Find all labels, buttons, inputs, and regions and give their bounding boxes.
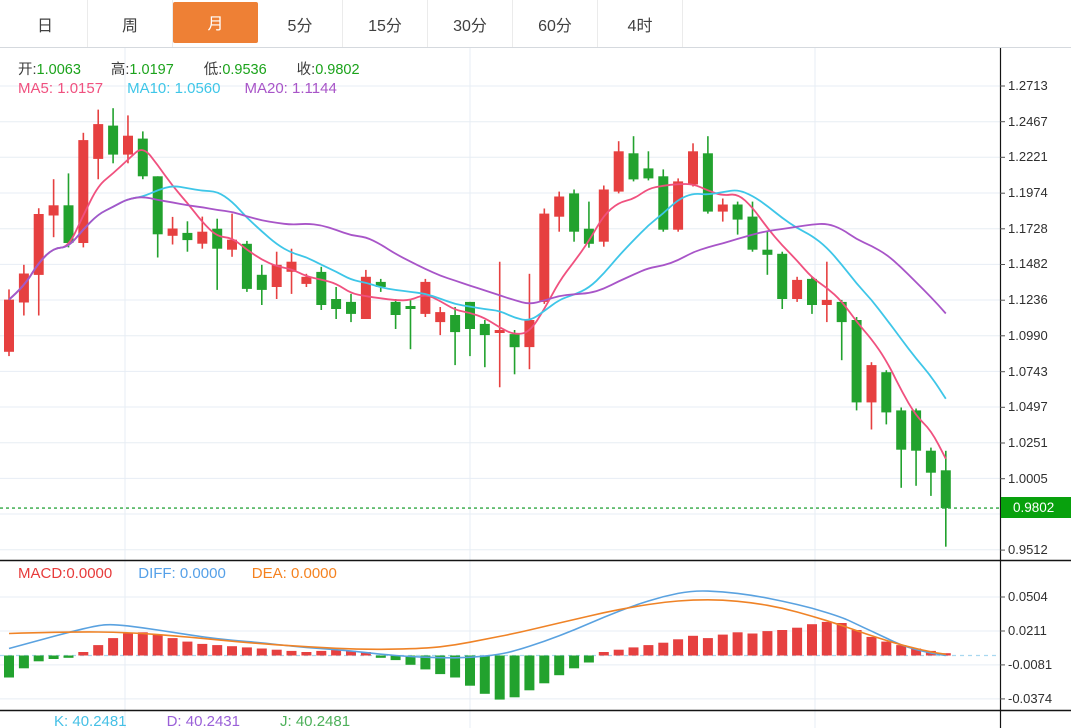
tab-label: 5分 xyxy=(287,17,313,35)
current-price-badge: 0.9802 xyxy=(1001,497,1071,518)
price-axis-tick-label: 1.2713 xyxy=(1008,78,1048,93)
price-axis-tick-label: 1.1236 xyxy=(1008,292,1048,307)
price-axis-tick-label: 1.2467 xyxy=(1008,114,1048,129)
open-readout: 开:1.0063 xyxy=(18,62,81,78)
macd-axis-tick-label: -0.0081 xyxy=(1008,657,1053,672)
price-axis-tick-label: 0.9512 xyxy=(1008,542,1048,557)
price-axis-tick-label: 1.0743 xyxy=(1008,364,1048,379)
price-axis-tick-label: 1.0005 xyxy=(1008,471,1048,486)
ma10-readout: MA10: 1.0560 xyxy=(127,80,221,97)
tab-月[interactable]: 月 xyxy=(173,0,258,47)
tab-5分[interactable]: 5分 xyxy=(258,0,343,47)
macd-readout: MACD:0.0000 DIFF: 0.0000 DEA: 0.0000 xyxy=(18,565,337,582)
tab-label: 15分 xyxy=(368,17,402,35)
macd-value: MACD:0.0000 xyxy=(18,565,113,582)
ma5-readout: MA5: 1.0157 xyxy=(18,80,104,97)
price-axis-tick-label: 1.0497 xyxy=(1008,399,1048,414)
ma-readout: MA5: 1.0157 MA10: 1.0560 MA20: 1.1144 xyxy=(18,80,337,97)
price-axis-tick-label: 1.1482 xyxy=(1008,256,1048,271)
price-axis-tick-label: 1.0251 xyxy=(1008,435,1048,450)
kline-app: 日 周 月 5分 15分 30分 60分 4时 开:1.0063 高:1.0197 低:0.9… xyxy=(0,0,1071,728)
kdj-readout: K: 40.2481 D: 40.2431 J: 40.2481 xyxy=(54,713,350,728)
d-value: D: 40.2431 xyxy=(166,713,240,728)
tab-60分[interactable]: 60分 xyxy=(513,0,598,47)
k-value: K: 40.2481 xyxy=(54,713,127,728)
tab-label: 4时 xyxy=(627,17,653,35)
dea-value: DEA: 0.0000 xyxy=(251,565,337,582)
tab-30分[interactable]: 30分 xyxy=(428,0,513,47)
close-readout: 收:0.9802 xyxy=(296,62,360,78)
tab-label: 60分 xyxy=(538,17,572,35)
tab-15分[interactable]: 15分 xyxy=(343,0,428,47)
timeframe-tabbar: 日 周 月 5分 15分 30分 60分 4时 xyxy=(0,0,1071,48)
price-axis-tick-label: 1.1728 xyxy=(1008,221,1048,236)
chart-canvas xyxy=(0,48,1071,728)
diff-value: DIFF: 0.0000 xyxy=(138,565,226,582)
tab-label: 日 xyxy=(36,17,53,35)
tab-label: 30分 xyxy=(453,17,487,35)
macd-axis-tick-label: -0.0374 xyxy=(1008,691,1053,706)
macd-axis-tick-label: 0.0211 xyxy=(1008,623,1047,638)
j-value: J: 40.2481 xyxy=(280,713,351,728)
price-axis-tick-label: 1.2221 xyxy=(1008,149,1048,164)
price-axis-tick-label: 1.0990 xyxy=(1008,328,1048,343)
price-axis-tick-label: 1.1974 xyxy=(1008,185,1048,200)
ohlc-readout: 开:1.0063 高:1.0197 低:0.9536 收:0.9802 xyxy=(18,58,360,79)
high-readout: 高:1.0197 xyxy=(110,62,174,78)
tab-label: 月 xyxy=(173,1,258,43)
ma20-readout: MA20: 1.1144 xyxy=(244,80,337,97)
low-readout: 低:0.9536 xyxy=(203,62,267,78)
tab-label: 周 xyxy=(121,17,138,35)
macd-axis-tick-label: 0.0504 xyxy=(1008,589,1048,604)
tab-周[interactable]: 周 xyxy=(88,0,173,47)
tab-4时[interactable]: 4时 xyxy=(598,0,683,47)
tab-日[interactable]: 日 xyxy=(3,0,88,47)
